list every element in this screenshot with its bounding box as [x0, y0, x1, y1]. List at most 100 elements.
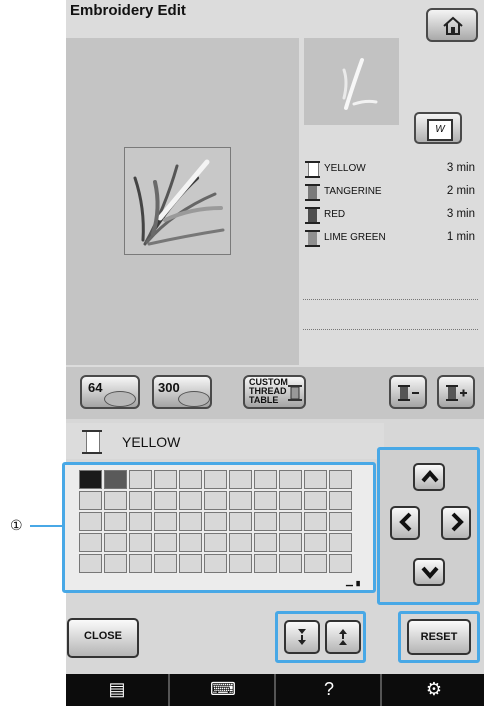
color-swatch[interactable]: [279, 554, 302, 573]
color-swatch[interactable]: [329, 533, 352, 552]
color-swatch[interactable]: [254, 554, 277, 573]
thread-time: 3 min: [446, 208, 475, 220]
color-swatch[interactable]: [229, 554, 252, 573]
selected-thread-bar: [66, 423, 384, 459]
color-swatch[interactable]: [204, 470, 227, 489]
button-label: 300: [158, 380, 180, 395]
settings-icon: ⚙: [425, 679, 443, 699]
chevron-down-icon: [421, 566, 439, 580]
color-swatch[interactable]: [229, 470, 252, 489]
arrow-left-button[interactable]: [390, 506, 420, 540]
color-swatch[interactable]: [204, 554, 227, 573]
color-swatch[interactable]: [154, 554, 177, 573]
scroll-position-icon: ▁▗: [346, 576, 360, 586]
color-swatch[interactable]: [154, 470, 177, 489]
color-swatch[interactable]: [179, 554, 202, 573]
color-swatch[interactable]: [79, 491, 102, 510]
hoop-icon: W: [427, 119, 453, 141]
color-swatch[interactable]: [254, 470, 277, 489]
color-swatch[interactable]: [204, 491, 227, 510]
color-swatch[interactable]: [279, 533, 302, 552]
color-swatch[interactable]: [104, 491, 127, 510]
color-swatch[interactable]: [104, 512, 127, 531]
color-swatch[interactable]: [279, 491, 302, 510]
sewing-machine-icon: ⌨: [210, 679, 236, 699]
color-palette: [62, 462, 376, 593]
reset-button[interactable]: RESET: [407, 619, 471, 655]
chevron-up-icon: [421, 469, 439, 483]
callout-line: [30, 525, 62, 527]
thread-time: 3 min: [446, 162, 475, 174]
thread-list-item: LIME GREEN 1 min: [303, 229, 479, 249]
color-swatch[interactable]: [154, 491, 177, 510]
color-swatch[interactable]: [79, 533, 102, 552]
thread-name: TANGERINE: [324, 186, 382, 197]
color-swatch[interactable]: [129, 533, 152, 552]
color-swatch[interactable]: [329, 491, 352, 510]
thread-name: YELLOW: [324, 163, 366, 174]
spool-icon: [305, 207, 320, 224]
color-swatch[interactable]: [304, 470, 327, 489]
chevron-right-icon: [451, 512, 464, 532]
frame-display-button[interactable]: W: [414, 112, 462, 144]
color-swatch[interactable]: [329, 470, 352, 489]
thread-64-button[interactable]: 64: [80, 375, 140, 409]
color-swatch[interactable]: [229, 533, 252, 552]
color-swatch[interactable]: [329, 512, 352, 531]
settings-button[interactable]: ⚙: [384, 674, 484, 706]
color-swatch[interactable]: [304, 554, 327, 573]
color-swatch[interactable]: [204, 533, 227, 552]
color-swatch[interactable]: [104, 554, 127, 573]
color-swatch[interactable]: [129, 554, 152, 573]
color-swatch[interactable]: [79, 512, 102, 531]
home-button[interactable]: [426, 8, 478, 42]
color-swatch[interactable]: [154, 533, 177, 552]
color-swatch[interactable]: [179, 491, 202, 510]
arrow-down-icon: [298, 629, 306, 645]
arrow-right-button[interactable]: [441, 506, 471, 540]
move-up-button[interactable]: [325, 620, 361, 654]
color-swatch[interactable]: [304, 533, 327, 552]
thread-time: 1 min: [446, 231, 475, 243]
color-swatch[interactable]: [129, 491, 152, 510]
color-swatch[interactable]: [129, 470, 152, 489]
color-swatch[interactable]: [129, 512, 152, 531]
spool-plus-button[interactable]: [437, 375, 475, 409]
color-swatch[interactable]: [254, 491, 277, 510]
spool-icon: [305, 184, 320, 201]
color-swatch[interactable]: [254, 512, 277, 531]
color-swatch[interactable]: [79, 470, 102, 489]
color-swatch[interactable]: [179, 470, 202, 489]
close-button[interactable]: CLOSE: [67, 618, 139, 658]
color-swatch[interactable]: [329, 554, 352, 573]
sewing-machine-button[interactable]: ⌨: [172, 674, 276, 706]
order-buttons: [275, 611, 366, 663]
color-swatch[interactable]: [154, 512, 177, 531]
color-swatch[interactable]: [104, 470, 127, 489]
color-swatch[interactable]: [304, 491, 327, 510]
color-swatch[interactable]: [304, 512, 327, 531]
color-swatch[interactable]: [279, 470, 302, 489]
thread-300-button[interactable]: 300: [152, 375, 212, 409]
spool-brand-icon: [104, 391, 136, 407]
spool-minus-button[interactable]: [389, 375, 427, 409]
color-swatch[interactable]: [229, 491, 252, 510]
thread-color-swatch: [308, 232, 317, 245]
arrow-up-button[interactable]: [413, 463, 445, 491]
color-swatch[interactable]: [179, 512, 202, 531]
page-icon: ▤: [108, 679, 126, 699]
color-swatch[interactable]: [254, 533, 277, 552]
help-button[interactable]: ?: [278, 674, 382, 706]
arrow-up-icon: [339, 629, 347, 645]
color-swatch[interactable]: [279, 512, 302, 531]
color-swatch[interactable]: [229, 512, 252, 531]
leaf-design-icon: [133, 159, 225, 246]
color-swatch[interactable]: [104, 533, 127, 552]
color-swatch[interactable]: [79, 554, 102, 573]
page-button[interactable]: ▤: [66, 674, 170, 706]
color-swatch[interactable]: [204, 512, 227, 531]
color-swatch[interactable]: [179, 533, 202, 552]
arrow-down-button[interactable]: [413, 558, 445, 586]
custom-thread-table-button[interactable]: CUSTOM THREAD TABLE: [243, 375, 306, 409]
move-down-button[interactable]: [284, 620, 320, 654]
